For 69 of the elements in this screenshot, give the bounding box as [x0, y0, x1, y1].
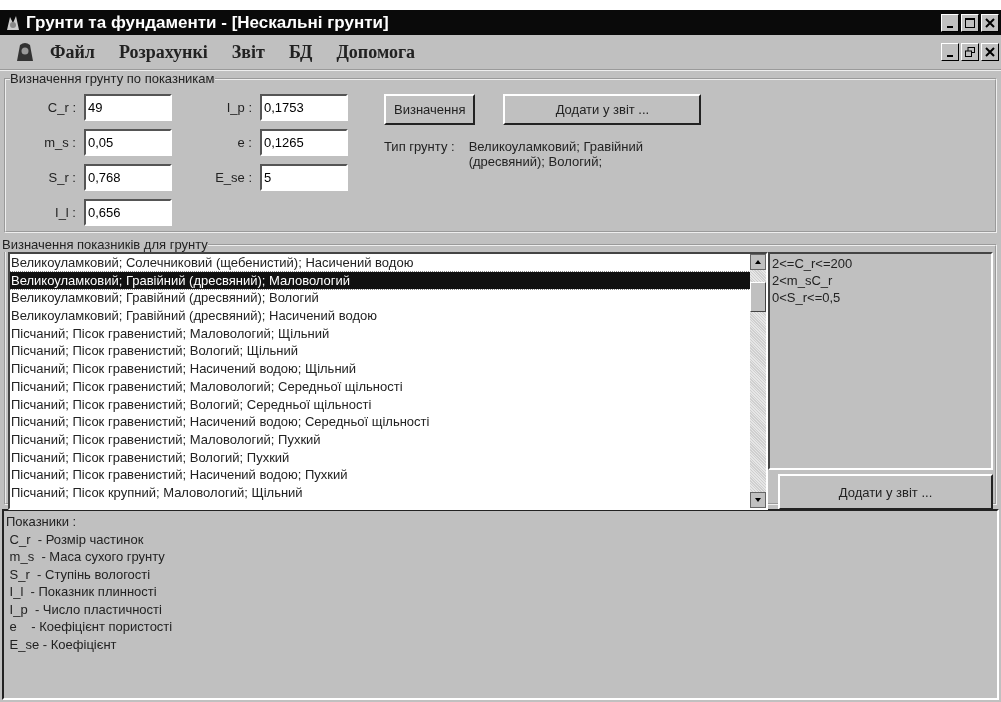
scroll-up-icon[interactable] [750, 254, 766, 270]
field-label: E_se : [214, 170, 252, 185]
list-item[interactable]: Великоуламковий; Солечниковий (щебенистий); Насичений водою [10, 254, 750, 272]
input-field[interactable]: 49 [84, 94, 172, 121]
list-item[interactable]: Великоуламковий; Гравійний (дресвяний); Маловологий [10, 271, 750, 290]
input-field[interactable]: 0,1753 [260, 94, 348, 121]
list-item[interactable]: Пісчаний; Пісок гравенистий; Вологий; Середньої щільності [10, 395, 750, 414]
legend-heading: Показники : [6, 513, 78, 531]
input-field[interactable]: 0,05 [84, 129, 172, 156]
window-title: Грунти та фундаменти - [Нескальні грунти] [26, 12, 390, 33]
add-to-report-button[interactable]: Додати у звіт ... [503, 94, 702, 125]
legend-line: I_l - Показник плинності [8, 583, 158, 601]
menu-item[interactable]: Допомога [326, 41, 426, 63]
list-item[interactable]: Пісчаний; Пісок гравенистий; Насичений водою; Щільний [10, 360, 750, 378]
menu-item[interactable]: Файл [40, 41, 105, 63]
field-label: e : [236, 135, 252, 150]
minimize-icon [947, 25, 953, 28]
menu-item[interactable]: Звіт [221, 41, 275, 63]
field-label: S_r : [47, 170, 76, 185]
group-title: Визначення грунту по показникам [10, 71, 215, 86]
minimize-button[interactable] [941, 13, 959, 32]
scrollbar[interactable] [750, 254, 766, 508]
close-button[interactable] [981, 43, 999, 61]
add-to-report-button[interactable]: Додати у звіт ... [778, 474, 993, 510]
scroll-down-icon[interactable] [750, 492, 766, 508]
field-label: I_l : [54, 205, 76, 220]
close-icon [985, 17, 995, 28]
input-field[interactable]: 0,656 [84, 199, 172, 226]
minimize-button[interactable] [941, 43, 959, 61]
maximize-icon [965, 17, 975, 28]
legend-line: I_p - Число пластичності [8, 600, 163, 618]
condition-text: 0<S_r<=0,5 [772, 289, 842, 306]
determine-button[interactable]: Визначення [384, 94, 476, 125]
field-label: I_p : [225, 100, 252, 115]
input-field[interactable]: 0,768 [84, 164, 172, 191]
soil-type-label: Тип грунту : [384, 139, 455, 156]
condition-text: 2<m_sC_r [772, 272, 834, 289]
list-item[interactable]: Пісчаний; Пісок гравенистий; Насичений водою; Пухкий [10, 466, 750, 484]
list-item[interactable]: Великоуламковий; Гравійний (дресвяний); Вологий [10, 289, 750, 308]
legend-line: e - Коефіцієнт пористості [8, 618, 174, 636]
scroll-thumb[interactable] [750, 282, 766, 312]
close-button[interactable] [981, 13, 999, 32]
legend-line: S_r - Ступінь вологості [8, 565, 152, 583]
condition-text: 2<=C_r<=200 [772, 255, 854, 272]
app-icon[interactable] [14, 41, 36, 63]
menu-item[interactable]: Розрахункі [108, 41, 218, 63]
legend-line: E_se - Коефіцієнт [8, 635, 118, 653]
close-icon [985, 47, 995, 57]
input-field[interactable]: 0,1265 [260, 129, 348, 156]
soil-type-value: Великоуламковий; Гравійний (дресвяний); Вологий; [468, 139, 645, 169]
list-item[interactable]: Пісчаний; Пісок гравенистий; Маловологий; Пухкий [10, 430, 750, 449]
list-item[interactable]: Пісчаний; Пісок крупний; Маловологий; Щільний [10, 483, 750, 502]
input-field[interactable]: 5 [260, 164, 348, 191]
restore-icon [965, 47, 975, 57]
minimize-icon [947, 55, 953, 57]
field-label: C_r : [46, 100, 76, 115]
list-item[interactable]: Пісчаний; Пісок гравенистий; Насичений водою; Середньої щільності [10, 413, 750, 431]
field-label: m_s : [43, 135, 76, 150]
menu-item[interactable]: БД [278, 41, 323, 63]
legend-line: m_s - Маса сухого грунту [8, 548, 166, 566]
maximize-button[interactable] [961, 13, 979, 32]
restore-button[interactable] [961, 43, 979, 61]
group-title: Визначення показників для грунту [2, 237, 208, 252]
list-item[interactable]: Пісчаний; Пісок гравенистий; Маловологий; Щільний [10, 324, 750, 343]
list-item[interactable]: Пісчаний; Пісок гравенистий; Вологий; Щільний [10, 342, 750, 361]
list-item[interactable]: Великоуламковий; Гравійний (дресвяний); Насичений водою [10, 307, 750, 325]
list-item[interactable]: Пісчаний; Пісок гравенистий; Маловологий; Середньої щільності [10, 377, 750, 396]
legend-line: C_r - Розмір частинок [8, 530, 145, 548]
list-item[interactable]: Пісчаний; Пісок гравенистий; Вологий; Пухкий [10, 448, 750, 467]
